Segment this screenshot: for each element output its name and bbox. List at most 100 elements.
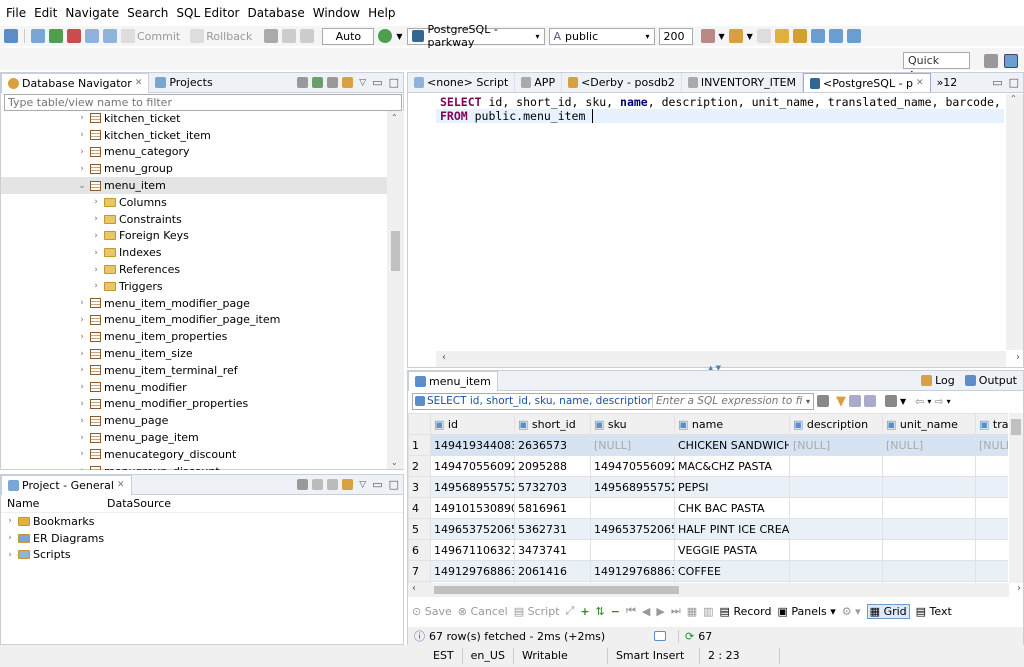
close-icon[interactable]: ✕ xyxy=(916,78,924,88)
chevron-right-icon[interactable]: › xyxy=(77,113,87,123)
sql-editor-icon[interactable] xyxy=(85,29,99,43)
table-cell[interactable] xyxy=(789,476,883,498)
chevron-down-icon[interactable]: ▼ xyxy=(719,32,725,41)
link-editor-icon[interactable] xyxy=(327,479,339,490)
navigator-filter-input[interactable] xyxy=(4,94,402,111)
column-datasource-header[interactable]: DataSource xyxy=(107,497,171,510)
navigator-item-menucategory-discount[interactable]: › menucategory_discount xyxy=(1,446,389,463)
menu-window[interactable]: Window xyxy=(311,6,366,20)
chevron-right-icon[interactable]: › xyxy=(91,197,101,207)
project-item-er-diagrams[interactable]: › ER Diagrams xyxy=(1,530,403,547)
table-cell[interactable] xyxy=(975,476,1008,498)
navigator-item-triggers[interactable]: › Triggers xyxy=(1,278,389,295)
export-icon[interactable] xyxy=(828,29,843,43)
chevron-right-icon[interactable]: › xyxy=(5,516,15,526)
scroll-left-icon[interactable]: ‹ xyxy=(442,352,446,363)
navigator-item-references[interactable]: › References xyxy=(1,261,389,278)
menu-edit[interactable]: Edit xyxy=(32,6,63,20)
chevron-right-icon[interactable]: › xyxy=(77,349,87,359)
execute-script-icon[interactable] xyxy=(792,29,807,43)
column-header-unit-name[interactable]: ▣ unit_name xyxy=(882,413,976,435)
table-cell[interactable]: PEPSI xyxy=(674,476,790,498)
grid-view-button[interactable]: ▦ Grid xyxy=(866,603,910,619)
table-cell[interactable] xyxy=(975,560,1008,582)
copy-row-icon[interactable]: ⇅ xyxy=(596,605,605,618)
edit-icon[interactable]: ⤢ xyxy=(566,604,575,618)
connect-icon[interactable] xyxy=(31,29,45,43)
table-cell[interactable]: MAC&CHZ PASTA xyxy=(674,455,790,477)
navigator-item-columns[interactable]: › Columns xyxy=(1,194,389,211)
chevron-right-icon[interactable]: › xyxy=(91,231,101,241)
transaction-mode-icon[interactable] xyxy=(264,29,279,43)
navigator-item-menu-item-modifier-page[interactable]: › menu_item_modifier_page xyxy=(1,295,389,312)
more-tabs[interactable]: »12 xyxy=(931,73,964,92)
table-cell[interactable]: 1494193440831 xyxy=(430,434,515,456)
scroll-left-icon[interactable]: ‹ xyxy=(412,583,416,594)
record-button[interactable]: ▤ Record xyxy=(720,605,772,618)
panel-toggle-icon[interactable] xyxy=(654,631,666,641)
chevron-right-icon[interactable]: › xyxy=(77,298,87,308)
scroll-right-icon[interactable]: › xyxy=(1017,583,1021,594)
table-cell[interactable]: 1494705560921 xyxy=(430,455,515,477)
column-header-name[interactable]: ▣ name xyxy=(674,413,790,435)
table-cell[interactable] xyxy=(975,497,1008,519)
fetch-all-icon[interactable]: ▥ xyxy=(703,605,713,618)
table-row[interactable]: 3149568955752157327031495689557521PEPSI xyxy=(408,476,1008,498)
cancel-button[interactable]: ⊗ Cancel xyxy=(458,605,508,618)
table-cell[interactable]: 1495689557521 xyxy=(430,476,515,498)
table-cell[interactable]: 1496711063278 xyxy=(430,539,515,561)
chevron-right-icon[interactable]: › xyxy=(77,315,87,325)
table-cell[interactable] xyxy=(590,497,675,519)
settings-icon[interactable]: ⚙ ▾ xyxy=(842,605,861,618)
open-perspective-icon[interactable] xyxy=(984,54,998,68)
column-header-sku[interactable]: ▣ sku xyxy=(590,413,675,435)
scroll-right-icon[interactable]: › xyxy=(1016,352,1020,363)
table-cell[interactable]: VEGGIE PASTA xyxy=(674,539,790,561)
table-cell[interactable] xyxy=(975,539,1008,561)
navigator-item-menu-item-terminal-ref[interactable]: › menu_item_terminal_ref xyxy=(1,362,389,379)
table-cell[interactable]: 1495689557521 xyxy=(590,476,675,498)
schema-selector[interactable]: ꓮ public ▾ xyxy=(548,27,655,45)
chevron-right-icon[interactable]: › xyxy=(77,433,87,443)
editor-horizontal-scrollbar[interactable]: ‹ › xyxy=(436,351,1020,367)
navigator-item-menu-modifier[interactable]: › menu_modifier xyxy=(1,379,389,396)
menu-sql-editor[interactable]: SQL Editor xyxy=(174,6,245,20)
project-item-scripts[interactable]: › Scripts xyxy=(1,547,403,564)
tab-results-menu-item[interactable]: menu_item xyxy=(408,370,498,391)
chevron-right-icon[interactable]: › xyxy=(77,147,87,157)
navigator-item-menu-item-properties[interactable]: › menu_item_properties xyxy=(1,328,389,345)
explain-icon[interactable] xyxy=(810,29,825,43)
table-row[interactable]: 7149129768863520614161491297688635COFFEE xyxy=(408,560,1008,582)
navigator-item-menu-item-modifier-page-item[interactable]: › menu_item_modifier_page_item xyxy=(1,312,389,329)
minimize-icon[interactable]: ▭ xyxy=(372,76,382,89)
table-row[interactable]: 414910153089005816961 CHK BAC PASTA xyxy=(408,497,1008,519)
add-row-icon[interactable]: + xyxy=(580,605,589,618)
column-header-description[interactable]: ▣ description xyxy=(789,413,883,435)
table-cell[interactable]: 5732703 xyxy=(514,476,591,498)
chevron-right-icon[interactable]: › xyxy=(77,365,87,375)
settings-icon[interactable] xyxy=(885,395,897,407)
result-limit-input[interactable]: 200 xyxy=(658,27,693,45)
disconnect-icon[interactable] xyxy=(67,29,81,43)
table-cell[interactable]: 2636573 xyxy=(514,434,591,456)
tab-app[interactable]: APP xyxy=(515,73,563,92)
chevron-right-icon[interactable]: › xyxy=(5,533,15,543)
navigator-item-menu-page[interactable]: › menu_page xyxy=(1,412,389,429)
scrollbar-thumb[interactable] xyxy=(434,586,679,594)
view-menu-icon[interactable]: ▽ xyxy=(359,480,366,490)
output-button[interactable]: Output xyxy=(979,374,1017,387)
chevron-down-icon[interactable]: ▾ xyxy=(927,397,931,406)
table-cell[interactable] xyxy=(882,560,976,582)
save-button[interactable]: ⊙ Save xyxy=(412,605,452,618)
chevron-down-icon[interactable]: ▾ xyxy=(803,397,813,406)
table-cell[interactable] xyxy=(590,539,675,561)
table-cell[interactable]: 1496537520657 xyxy=(590,518,675,540)
tab-projects[interactable]: Projects xyxy=(149,73,218,93)
table-cell[interactable]: CHICKEN SANDWICH xyxy=(674,434,790,456)
fetch-next-icon[interactable]: ▦ xyxy=(687,605,697,618)
delete-row-icon[interactable]: − xyxy=(611,605,620,618)
menu-search[interactable]: Search xyxy=(125,6,174,20)
chevron-down-icon[interactable]: ▼ xyxy=(900,397,906,406)
table-cell[interactable]: [NULL] xyxy=(882,434,976,456)
editor-vertical-scrollbar[interactable]: ⌃ xyxy=(1006,94,1023,350)
